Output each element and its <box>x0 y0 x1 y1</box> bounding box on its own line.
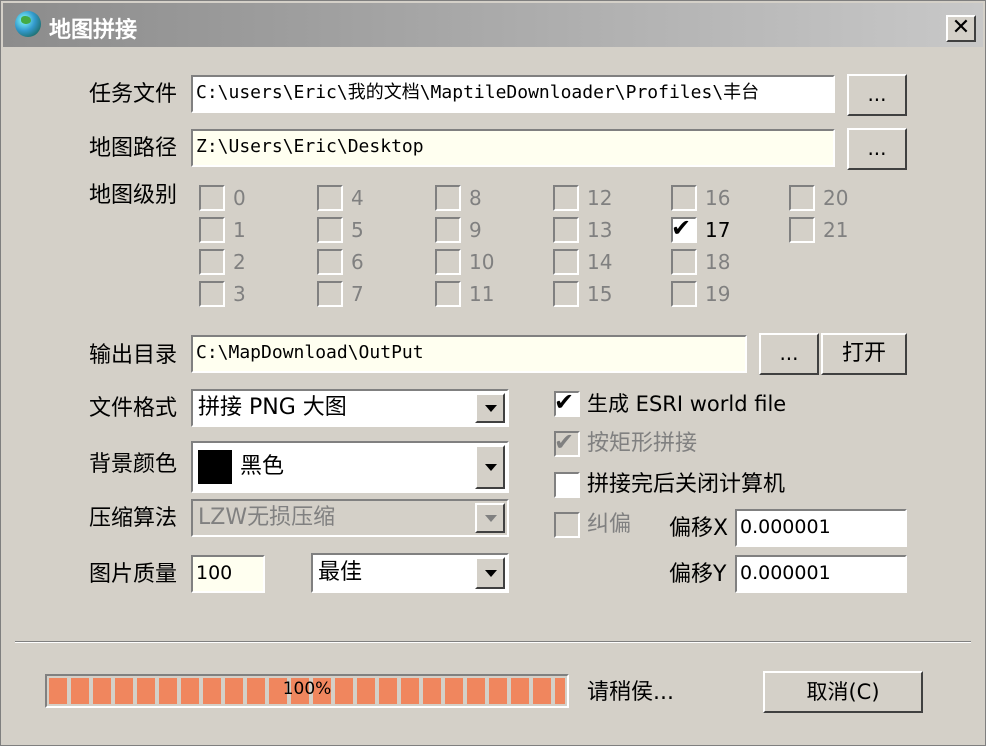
title-bar: 地图拼接 ✕ <box>3 3 983 47</box>
status-text: 请稍侯... <box>587 680 674 705</box>
quality-label: 图片质量 <box>89 562 178 587</box>
compression-label: 压缩算法 <box>89 506 178 531</box>
progress-bar: 100% <box>45 674 569 708</box>
level-17-checkbox[interactable]: ✔ <box>671 214 697 243</box>
task-file-label: 任务文件 <box>89 82 178 107</box>
level-18-label: 18 <box>705 250 731 274</box>
checkmark-icon: ✔ <box>671 214 692 242</box>
level-0-label: 0 <box>233 186 246 210</box>
bg-color-value: 黑色 <box>240 454 285 479</box>
checkmark-icon: ✔ <box>554 428 575 456</box>
correction-checkbox[interactable] <box>554 512 580 538</box>
task-file-browse-button[interactable]: ... <box>847 74 907 116</box>
offset-x-label: 偏移X <box>669 516 729 541</box>
map-path-label: 地图路径 <box>89 136 178 161</box>
cancel-button[interactable]: 取消(C) <box>763 671 923 713</box>
globe-icon <box>15 11 41 37</box>
level-9-checkbox[interactable] <box>435 217 461 243</box>
level-19-checkbox[interactable] <box>671 281 697 307</box>
level-14-checkbox[interactable] <box>553 249 579 275</box>
level-2-label: 2 <box>233 250 246 274</box>
level-5-checkbox[interactable] <box>317 217 343 243</box>
level-1-checkbox[interactable] <box>199 217 225 243</box>
output-dir-field[interactable]: C:\MapDownload\OutPut <box>191 335 747 373</box>
level-13-checkbox[interactable] <box>553 217 579 243</box>
shutdown-label: 拼接完后关闭计算机 <box>587 472 786 497</box>
quality-preset-select[interactable]: 最佳 <box>311 553 509 593</box>
level-10-checkbox[interactable] <box>435 249 461 275</box>
level-7-checkbox[interactable] <box>317 281 343 307</box>
bg-color-label: 背景颜色 <box>89 452 178 477</box>
output-dir-label: 输出目录 <box>89 343 178 368</box>
level-15-label: 15 <box>587 282 613 306</box>
chevron-down-icon[interactable] <box>475 557 505 589</box>
map-path-browse-button[interactable]: ... <box>847 128 907 170</box>
file-format-label: 文件格式 <box>89 396 178 421</box>
level-0-checkbox[interactable] <box>199 185 225 211</box>
level-3-label: 3 <box>233 282 246 306</box>
correction-label: 纠偏 <box>587 512 632 537</box>
level-18-checkbox[interactable] <box>671 249 697 275</box>
rect-stitch-checkbox[interactable]: ✔ <box>554 428 580 457</box>
compression-select[interactable]: LZW无损压缩 <box>191 499 509 537</box>
progress-text: 100% <box>282 679 332 699</box>
level-15-checkbox[interactable] <box>553 281 579 307</box>
level-14-label: 14 <box>587 250 613 274</box>
offset-y-input[interactable]: 0.000001 <box>735 555 907 593</box>
file-format-value: 拼接 PNG 大图 <box>198 395 347 420</box>
rect-stitch-label: 按矩形拼接 <box>587 431 698 456</box>
level-10-label: 10 <box>469 250 495 274</box>
level-17-label: 17 <box>705 218 731 242</box>
level-13-label: 13 <box>587 218 613 242</box>
level-6-checkbox[interactable] <box>317 249 343 275</box>
task-file-field[interactable]: C:\users\Eric\我的文档\MaptileDownloader\Pro… <box>191 75 835 113</box>
level-4-checkbox[interactable] <box>317 185 343 211</box>
level-2-checkbox[interactable] <box>199 249 225 275</box>
level-6-label: 6 <box>351 250 364 274</box>
level-12-label: 12 <box>587 186 613 210</box>
level-20-label: 20 <box>823 186 849 210</box>
level-9-label: 9 <box>469 218 482 242</box>
level-11-label: 11 <box>469 282 495 306</box>
level-7-label: 7 <box>351 282 364 306</box>
window-title: 地图拼接 <box>49 18 138 43</box>
level-11-checkbox[interactable] <box>435 281 461 307</box>
level-5-label: 5 <box>351 218 364 242</box>
level-19-label: 19 <box>705 282 731 306</box>
divider <box>15 641 971 643</box>
level-16-checkbox[interactable] <box>671 185 697 211</box>
file-format-select[interactable]: 拼接 PNG 大图 <box>191 389 509 427</box>
map-path-field[interactable]: Z:\Users\Eric\Desktop <box>191 129 835 167</box>
map-level-label: 地图级别 <box>89 183 178 208</box>
offset-x-input[interactable]: 0.000001 <box>735 509 907 547</box>
level-1-label: 1 <box>233 218 246 242</box>
color-swatch <box>198 450 232 484</box>
checkmark-icon: ✔ <box>554 388 575 416</box>
compression-value: LZW无损压缩 <box>198 505 336 530</box>
output-dir-browse-button[interactable]: ... <box>759 333 819 375</box>
level-8-checkbox[interactable] <box>435 185 461 211</box>
shutdown-checkbox[interactable] <box>554 472 580 498</box>
level-21-label: 21 <box>823 218 849 242</box>
esri-world-file-checkbox[interactable]: ✔ <box>554 388 580 417</box>
level-4-label: 4 <box>351 186 364 210</box>
quality-input[interactable]: 100 <box>191 555 265 593</box>
chevron-down-icon[interactable] <box>475 445 505 489</box>
map-stitch-dialog: 地图拼接 ✕ 任务文件 C:\users\Eric\我的文档\MaptileDo… <box>0 0 986 746</box>
bg-color-select[interactable]: 黑色 <box>191 441 509 493</box>
open-folder-button[interactable]: 打开 <box>821 333 907 375</box>
level-12-checkbox[interactable] <box>553 185 579 211</box>
esri-world-file-label: 生成 ESRI world file <box>587 392 787 416</box>
chevron-down-icon[interactable] <box>475 393 505 423</box>
quality-preset-value: 最佳 <box>318 560 363 585</box>
level-21-checkbox[interactable] <box>789 217 815 243</box>
close-button[interactable]: ✕ <box>946 15 976 42</box>
level-16-label: 16 <box>705 186 731 210</box>
chevron-down-icon <box>475 503 505 533</box>
level-8-label: 8 <box>469 186 482 210</box>
level-20-checkbox[interactable] <box>789 185 815 211</box>
offset-y-label: 偏移Y <box>669 562 727 587</box>
level-3-checkbox[interactable] <box>199 281 225 307</box>
